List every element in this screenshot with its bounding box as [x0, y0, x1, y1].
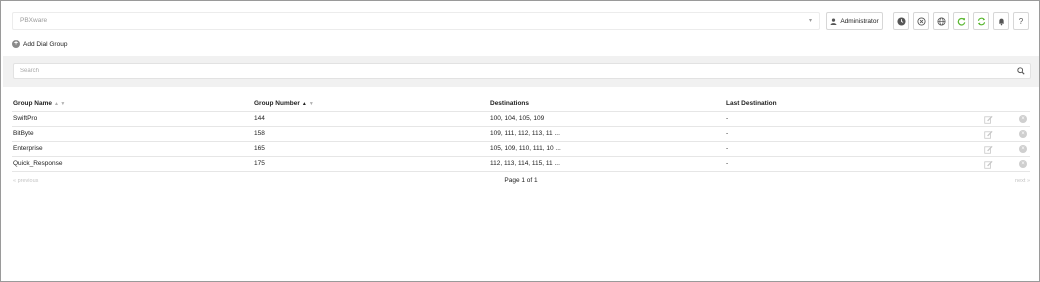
circle-x-icon	[916, 16, 926, 26]
last-destination: -	[726, 145, 729, 152]
circle-x-button[interactable]	[913, 12, 929, 30]
column-header-destinations: Destinations	[490, 100, 530, 107]
destinations: 112, 113, 114, 115, 11 ...	[490, 160, 560, 167]
table-row: SwiftPro 144 100, 104, 105, 109 - ×	[12, 112, 1030, 127]
clock-button[interactable]	[893, 12, 909, 30]
table-row: Enterprise 165 105, 109, 110, 111, 10 ..…	[12, 142, 1030, 157]
globe-icon	[936, 16, 946, 26]
clock-icon	[896, 16, 906, 26]
search-band	[3, 56, 1039, 87]
help-icon: ?	[1018, 16, 1024, 26]
chevron-down-icon: ▾	[808, 18, 812, 24]
delete-icon[interactable]: ×	[1019, 145, 1027, 153]
group-name: Enterprise	[13, 145, 43, 152]
app-frame: PBXware ▾ Administrator ? + Add Dial Gro…	[0, 0, 1040, 282]
pbx-select-value: PBXware	[20, 17, 48, 24]
group-number: 144	[254, 115, 265, 122]
table-row: Quick_Response 175 112, 113, 114, 115, 1…	[12, 157, 1030, 172]
group-name: BitByte	[13, 130, 34, 137]
next-page-link[interactable]: next »	[1015, 178, 1030, 184]
group-number: 175	[254, 160, 265, 167]
sync-button[interactable]	[973, 12, 989, 30]
dial-groups-table: Group Name ▲ ▼ Group Number ▲ ▼ Destination…	[12, 97, 1030, 172]
column-header-last-destination: Last Destination	[726, 100, 777, 107]
refresh-icon	[957, 17, 965, 26]
group-name: Quick_Response	[13, 160, 63, 167]
plus-circle-icon: +	[12, 40, 20, 48]
search-input[interactable]	[14, 64, 1004, 78]
destinations: 100, 104, 105, 109	[490, 115, 545, 122]
group-number: 165	[254, 145, 265, 152]
column-header-group-number[interactable]: Group Number ▲ ▼	[254, 97, 314, 111]
last-destination: -	[726, 130, 729, 137]
search-box	[13, 63, 1031, 79]
add-dial-group-label: Add Dial Group	[23, 40, 68, 48]
delete-icon[interactable]: ×	[1019, 130, 1027, 138]
top-bar: PBXware ▾ Administrator ?	[12, 12, 1030, 30]
edit-icon[interactable]	[984, 160, 993, 169]
globe-button[interactable]	[933, 12, 949, 30]
column-header-group-name[interactable]: Group Name ▲ ▼	[13, 97, 65, 111]
last-destination: -	[726, 160, 729, 167]
group-name: SwiftPro	[13, 115, 38, 122]
user-icon	[830, 17, 837, 25]
group-number: 158	[254, 130, 265, 137]
destinations: 105, 109, 110, 111, 10 ...	[490, 145, 561, 152]
bell-icon	[998, 18, 1004, 25]
table-header: Group Name ▲ ▼ Group Number ▲ ▼ Destination…	[12, 97, 1030, 112]
edit-icon[interactable]	[984, 145, 993, 154]
bell-button[interactable]	[993, 12, 1009, 30]
pbx-select[interactable]: PBXware ▾	[12, 12, 820, 30]
edit-icon[interactable]	[984, 115, 993, 124]
edit-icon[interactable]	[984, 130, 993, 139]
last-destination: -	[726, 115, 729, 122]
page-indicator: Page 1 of 1	[504, 177, 538, 184]
delete-icon[interactable]: ×	[1019, 160, 1027, 168]
delete-icon[interactable]: ×	[1019, 115, 1027, 123]
sync-icon	[977, 17, 985, 25]
sort-desc-icon: ▼	[308, 101, 314, 107]
sort-asc-icon: ▲	[301, 101, 307, 107]
sort-icon: ▲ ▼	[54, 101, 66, 107]
help-button[interactable]: ?	[1013, 12, 1029, 30]
destinations: 109, 111, 112, 113, 11 ...	[490, 130, 560, 137]
add-dial-group-button[interactable]: + Add Dial Group	[12, 38, 67, 50]
pagination: « previous Page 1 of 1 next »	[12, 177, 1030, 189]
search-icon[interactable]	[1017, 67, 1025, 75]
refresh-button[interactable]	[953, 12, 969, 30]
table-row: BitByte 158 109, 111, 112, 113, 11 ... -…	[12, 127, 1030, 142]
user-menu-label: Administrator	[840, 17, 879, 25]
user-menu-button[interactable]: Administrator	[826, 12, 883, 30]
